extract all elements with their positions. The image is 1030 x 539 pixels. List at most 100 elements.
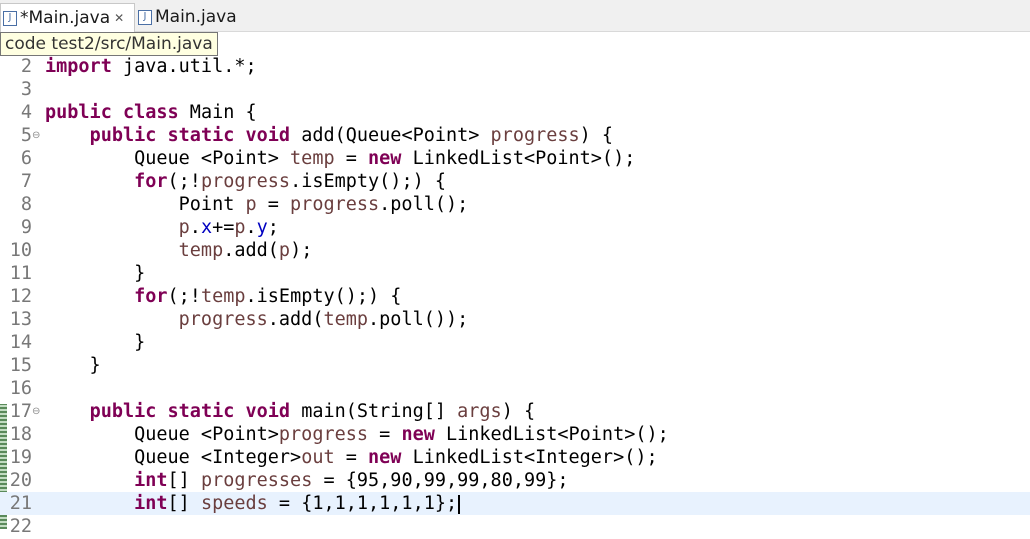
code-token: for bbox=[134, 171, 168, 192]
code-token: new bbox=[368, 447, 402, 468]
code-token: Queue <Integer> bbox=[45, 447, 302, 468]
code-text: p.x+=p.y; bbox=[45, 216, 279, 239]
tab-main-java-modified[interactable]: J *Main.java ✕ bbox=[0, 3, 135, 32]
code-line[interactable]: 2 import java.util.*; bbox=[0, 55, 1030, 78]
code-token: Main { bbox=[178, 102, 257, 123]
code-text: int[] speeds = {1,1,1,1,1,1}; bbox=[45, 492, 461, 515]
code-token: int bbox=[134, 493, 168, 514]
code-token: [] bbox=[167, 470, 201, 491]
code-token: java.util.*; bbox=[111, 56, 257, 77]
fold-collapse-icon[interactable]: ⊖ bbox=[32, 131, 40, 141]
line-number: 2 bbox=[20, 56, 32, 77]
code-line[interactable]: 6 Queue <Point> temp = new LinkedList<Po… bbox=[0, 147, 1030, 170]
fold-collapse-icon[interactable]: ⊖ bbox=[32, 407, 40, 417]
java-file-icon: J bbox=[3, 10, 17, 26]
code-token: Queue <Point> bbox=[45, 148, 291, 169]
code-token: = {95,90,99,99,80,99}; bbox=[312, 470, 569, 491]
code-token: int bbox=[134, 470, 168, 491]
code-token: ); bbox=[290, 240, 313, 261]
code-text: import java.util.*; bbox=[45, 55, 257, 78]
line-number: 13 bbox=[9, 309, 32, 330]
line-number: 19 bbox=[9, 447, 32, 468]
line-number: 12 bbox=[9, 286, 32, 307]
code-token: LinkedList<Point>(); bbox=[434, 424, 669, 445]
code-token: = bbox=[334, 148, 369, 169]
line-number: 17 bbox=[9, 401, 32, 422]
line-number: 3 bbox=[20, 79, 32, 100]
code-text: progress.add(temp.poll()); bbox=[45, 308, 469, 331]
code-token: temp bbox=[178, 240, 224, 261]
text-caret bbox=[458, 494, 461, 514]
code-text: for(;!progress.isEmpty();) { bbox=[45, 170, 446, 193]
code-text: } bbox=[45, 354, 101, 377]
code-line[interactable]: 14 } bbox=[0, 331, 1030, 354]
code-line[interactable]: 10 temp.add(p); bbox=[0, 239, 1030, 262]
code-editor[interactable]: 1.Point;2import java.util.*;34public cla… bbox=[0, 32, 1030, 539]
line-number: 16 bbox=[9, 378, 32, 399]
code-token: public bbox=[45, 102, 112, 123]
code-line[interactable]: 9 p.x+=p.y; bbox=[0, 216, 1030, 239]
code-line[interactable]: 5 ⊖ public static void add(Queue<Point> p… bbox=[0, 124, 1030, 147]
line-number: 15 bbox=[9, 355, 32, 376]
code-token: progress bbox=[290, 194, 380, 215]
code-token: .add( bbox=[267, 309, 324, 330]
code-text: public class Main { bbox=[45, 101, 257, 124]
code-line[interactable]: 18 Queue <Point>progress = new LinkedLis… bbox=[0, 423, 1030, 446]
code-token: .poll()); bbox=[368, 309, 469, 330]
code-line[interactable]: 19 Queue <Integer>out = new LinkedList<I… bbox=[0, 446, 1030, 469]
code-line[interactable]: 21 int[] speeds = {1,1,1,1,1,1}; bbox=[0, 492, 1030, 515]
code-token: } bbox=[45, 332, 146, 353]
code-token: .poll(); bbox=[379, 194, 469, 215]
code-token: void bbox=[245, 125, 291, 146]
code-token: = bbox=[368, 424, 402, 445]
code-text: Point p = progress.poll(); bbox=[45, 193, 469, 216]
line-number: 20 bbox=[9, 470, 32, 491]
file-path-tooltip: code test2/src/Main.java bbox=[0, 32, 218, 56]
code-line[interactable]: 22 bbox=[0, 515, 1030, 538]
code-token: progress bbox=[278, 424, 369, 445]
code-token: import bbox=[45, 56, 112, 77]
code-token: ) { bbox=[501, 401, 536, 422]
code-token: x bbox=[200, 217, 213, 238]
code-token: LinkedList<Integer>(); bbox=[401, 447, 658, 468]
code-token: ) { bbox=[579, 125, 614, 146]
code-line[interactable]: 16 bbox=[0, 377, 1030, 400]
tab-label: Main.java bbox=[155, 7, 237, 27]
code-token: LinkedList<Point>(); bbox=[401, 148, 636, 169]
code-line[interactable]: 13 progress.add(temp.poll()); bbox=[0, 308, 1030, 331]
line-number: 8 bbox=[20, 194, 32, 215]
code-line[interactable]: 3 bbox=[0, 78, 1030, 101]
code-token: p bbox=[245, 194, 257, 215]
code-line[interactable]: 12 for(;!temp.isEmpty();) { bbox=[0, 285, 1030, 308]
code-line[interactable]: 17 ⊖ public static void main(String[] arg… bbox=[0, 400, 1030, 423]
code-line[interactable]: 15 } bbox=[0, 354, 1030, 377]
code-token: = bbox=[256, 194, 291, 215]
code-token: .add( bbox=[223, 240, 279, 261]
code-token: [] bbox=[167, 493, 201, 514]
code-line[interactable]: 20 int[] progresses = {95,90,99,99,80,99… bbox=[0, 469, 1030, 492]
code-token: class bbox=[122, 102, 179, 123]
code-token: out bbox=[301, 447, 335, 468]
code-token: = bbox=[334, 447, 369, 468]
line-number: 10 bbox=[9, 240, 32, 261]
code-line[interactable]: 4 public class Main { bbox=[0, 101, 1030, 124]
line-number: 11 bbox=[9, 263, 32, 284]
line-number: 18 bbox=[9, 424, 32, 445]
code-line[interactable]: 11 } bbox=[0, 262, 1030, 285]
code-line[interactable]: 8 Point p = progress.poll(); bbox=[0, 193, 1030, 216]
code-token: progress bbox=[200, 171, 291, 192]
code-token: for bbox=[134, 286, 168, 307]
code-token: y bbox=[256, 217, 268, 238]
close-icon[interactable]: ✕ bbox=[114, 5, 124, 31]
code-line[interactable]: 7 for(;!progress.isEmpty();) { bbox=[0, 170, 1030, 193]
code-token: += bbox=[212, 217, 235, 238]
code-token: add(Queue<Point> bbox=[290, 125, 491, 146]
tab-main-java[interactable]: J Main.java bbox=[136, 4, 237, 30]
code-token: static bbox=[167, 125, 235, 146]
